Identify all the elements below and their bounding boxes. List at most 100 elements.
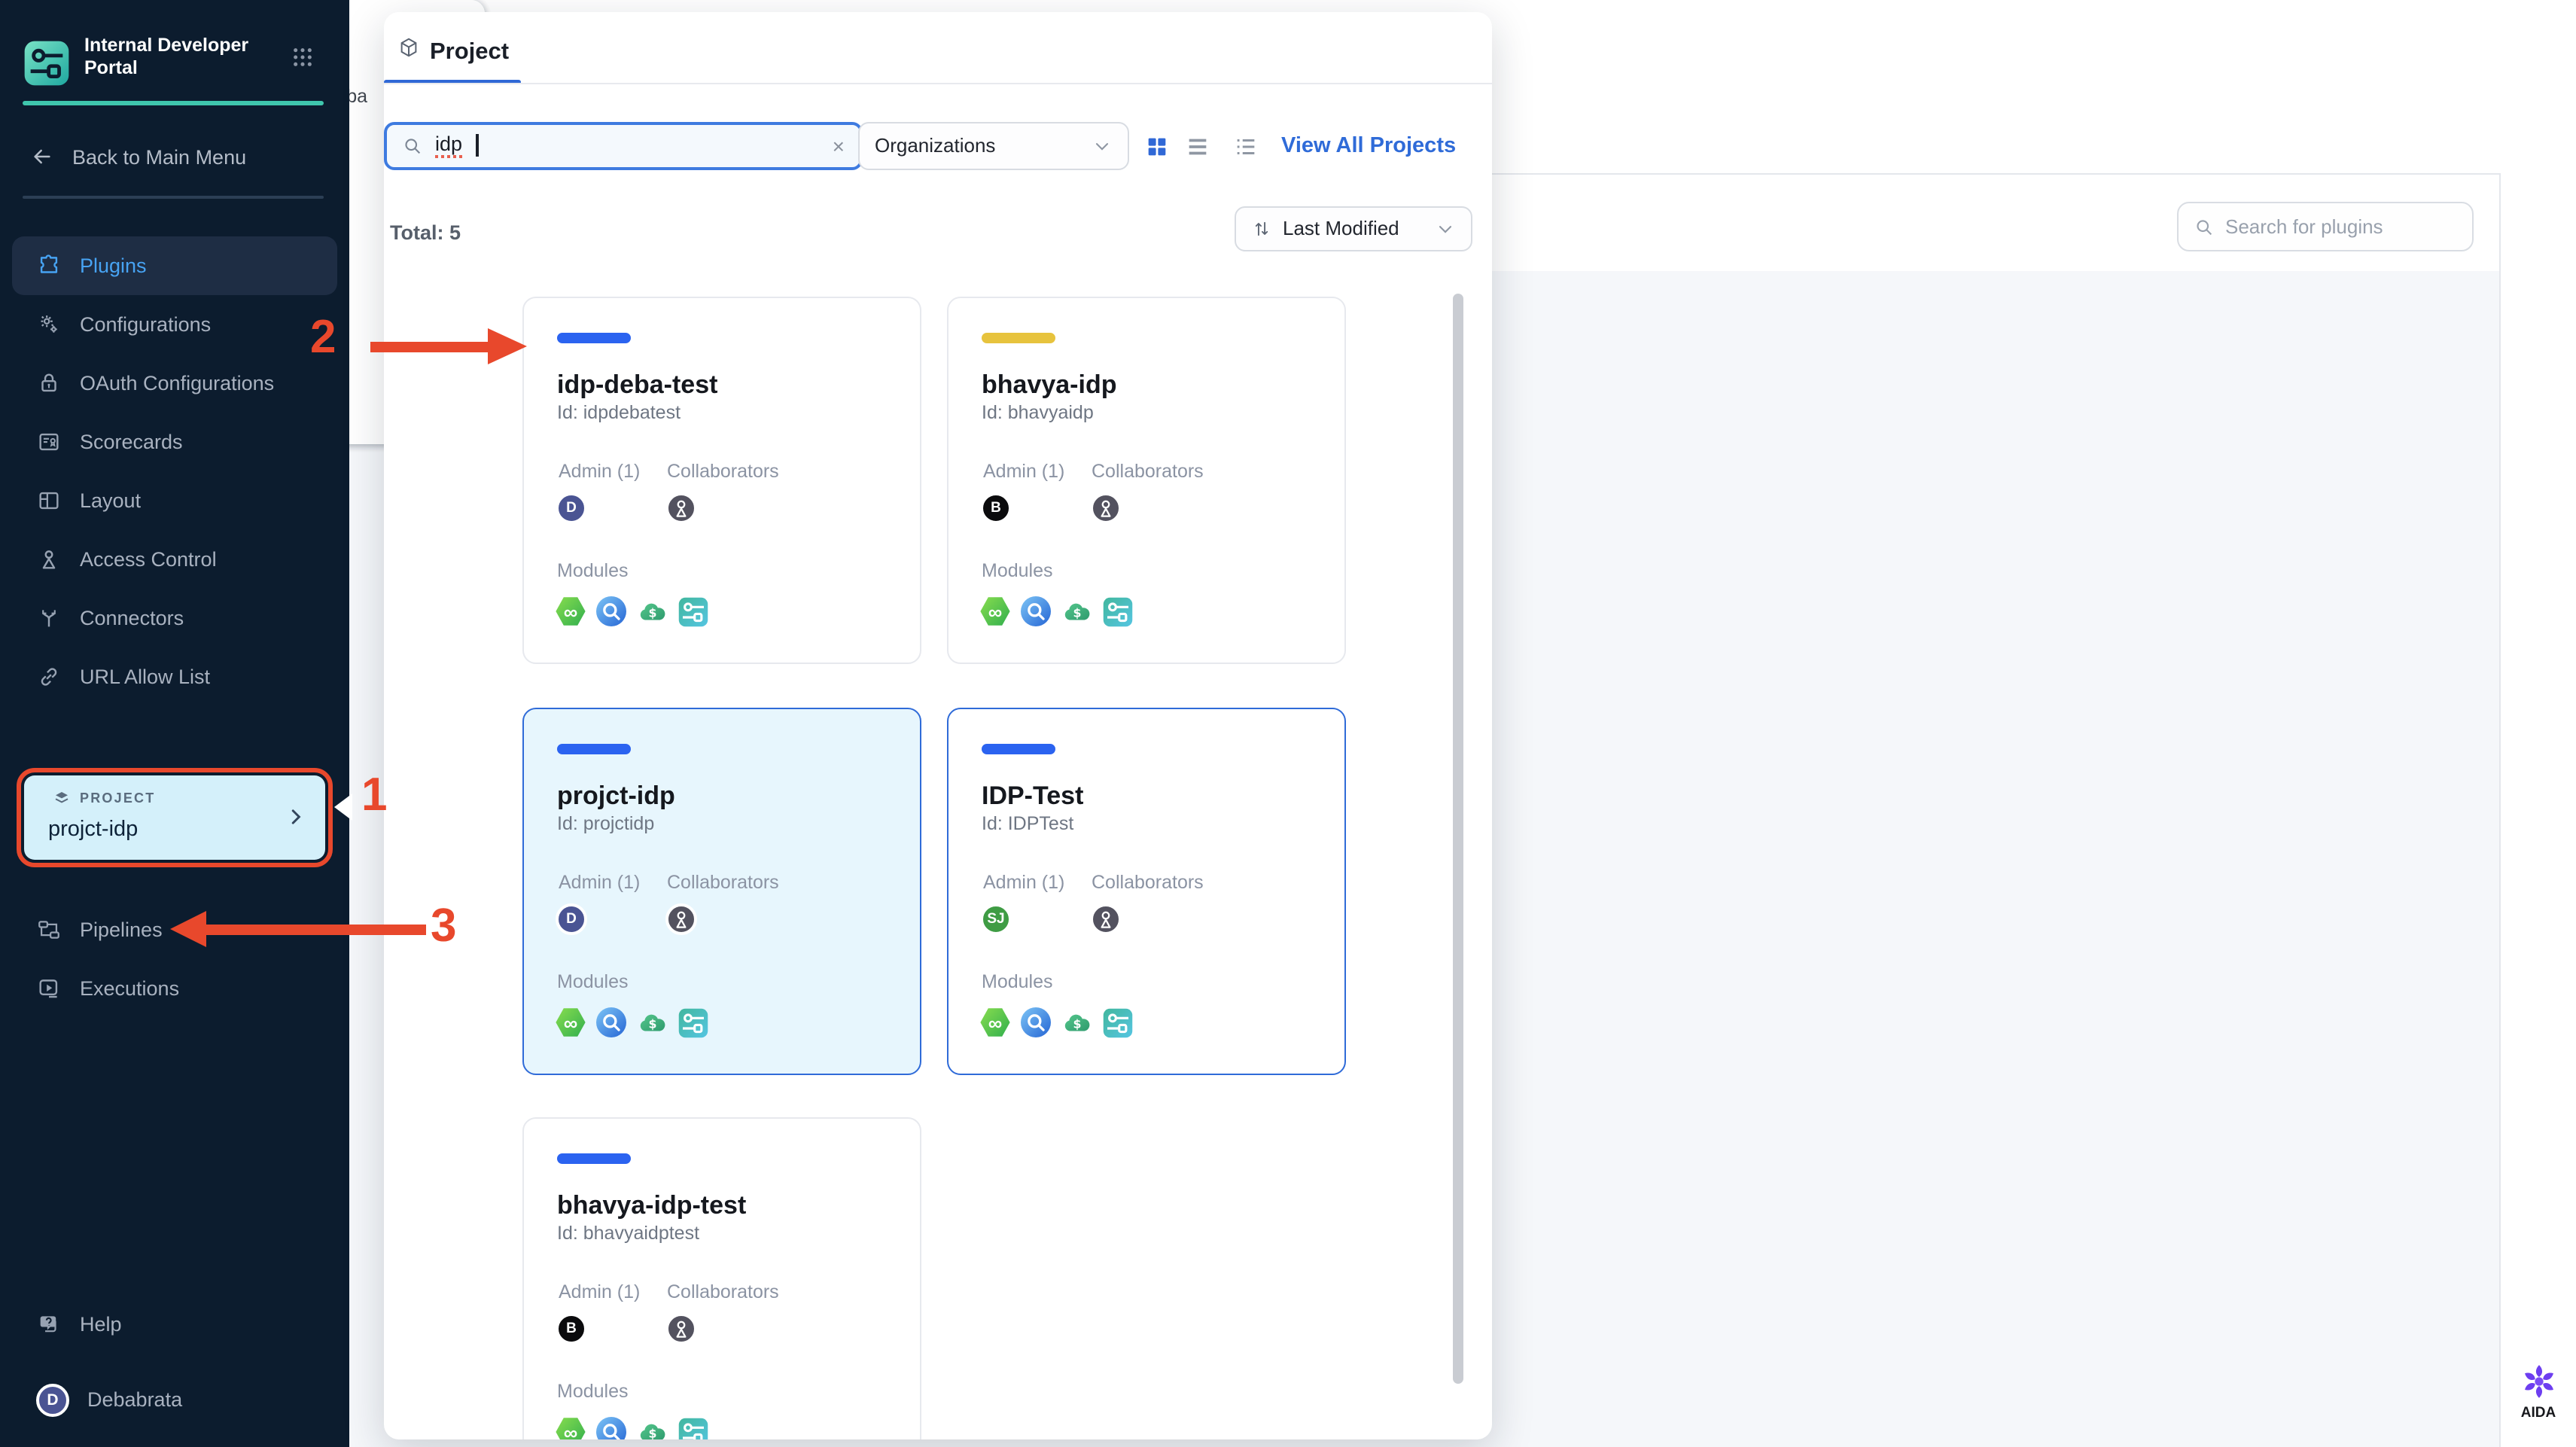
ci-module-icon: ∞	[556, 1418, 586, 1439]
sidebar-item-icon	[36, 547, 62, 572]
sidebar-item[interactable]: URL Allow List	[12, 647, 337, 706]
project-card[interactable]: bhavya-idp Id: bhavyaidp Admin (1) Colla…	[947, 297, 1346, 664]
sidebar-item-icon	[36, 370, 62, 396]
modules-label: Modules	[557, 560, 629, 581]
sidebar-item-icon	[36, 917, 62, 943]
logo-accent-bar	[23, 101, 324, 105]
project-card-grid: idp-deba-test Id: idpdebatest Admin (1) …	[383, 12, 1492, 1439]
sidebar-item-icon	[36, 664, 62, 690]
sidebar-item[interactable]: Layout	[12, 471, 337, 530]
sidebar-item-label: Access Control	[80, 548, 217, 571]
sidebar-item-label: URL Allow List	[80, 666, 211, 688]
project-label: PROJECT	[80, 791, 156, 806]
sidebar-item-label: OAuth Configurations	[80, 372, 275, 394]
sidebar-item-label: Plugins	[80, 254, 147, 277]
project-selector-label-row: PROJECT	[53, 789, 155, 807]
collaborators-label: Collaborators	[667, 1281, 779, 1302]
modules-label: Modules	[557, 1381, 629, 1402]
collaborator-avatar[interactable]	[1090, 903, 1122, 935]
sidebar-item-icon	[36, 605, 62, 631]
project-card[interactable]: IDP-Test Id: IDPTest Admin (1) Collabora…	[947, 708, 1346, 1075]
person-icon	[668, 906, 694, 932]
aida-assistant-button[interactable]: AIDA	[2502, 1363, 2574, 1421]
sidebar-item[interactable]: OAuth Configurations	[12, 354, 337, 413]
user-section: D Debabrata	[12, 1370, 337, 1429]
project-card[interactable]: projct-idp Id: projctidp Admin (1) Colla…	[522, 708, 921, 1075]
cloud-cost-module-icon	[637, 596, 667, 626]
project-color-bar	[982, 744, 1055, 754]
project-picker-modal: Project idp × Organizations View All Pro…	[383, 12, 1492, 1439]
collaborator-avatar[interactable]	[1090, 492, 1122, 524]
project-card-id: Id: bhavyaidptest	[557, 1223, 700, 1244]
help-label: Help	[80, 1313, 122, 1336]
chaos-module-icon	[596, 1417, 626, 1439]
ci-module-icon: ∞	[556, 1008, 586, 1037]
annotation-3: 3	[431, 899, 457, 952]
admin-avatar[interactable]: B	[556, 1313, 587, 1345]
annotation-3-arrow-shaft	[205, 924, 426, 935]
admin-avatar[interactable]: SJ	[980, 903, 1012, 935]
admin-avatar[interactable]: D	[556, 903, 587, 935]
plugins-search-placeholder: Search for plugins	[2225, 215, 2383, 238]
admin-label: Admin (1)	[559, 461, 641, 482]
sidebar-item-icon	[36, 312, 62, 337]
sidebar-divider	[23, 196, 324, 198]
sidebar-item[interactable]: Plugins	[12, 236, 337, 295]
project-card[interactable]: idp-deba-test Id: idpdebatest Admin (1) …	[522, 297, 921, 664]
help-section: Help	[12, 1295, 337, 1354]
user-menu[interactable]: D Debabrata	[12, 1370, 337, 1429]
popover-notch	[334, 794, 352, 821]
module-icon-row: ∞	[556, 1417, 708, 1439]
project-card[interactable]: bhavya-idp-test Id: bhavyaidptest Admin …	[522, 1117, 921, 1439]
idp-module-icon	[677, 596, 708, 626]
admin-label: Admin (1)	[983, 872, 1065, 893]
project-color-bar	[557, 333, 631, 343]
app-root: Search for plugins Harness CI/CD by harn…	[0, 0, 2576, 1447]
collaborators-label: Collaborators	[1092, 461, 1204, 482]
back-arrow-icon	[30, 145, 54, 169]
sidebar-item[interactable]: Connectors	[12, 589, 337, 647]
sidebar-item-label: Executions	[80, 977, 180, 1000]
chaos-module-icon	[1021, 1007, 1051, 1037]
person-icon	[668, 1316, 694, 1342]
project-card-id: Id: idpdebatest	[557, 402, 681, 423]
sidebar-menu: Plugins Configurations OAuth Configurati…	[12, 236, 337, 706]
sidebar-item[interactable]: Access Control	[12, 530, 337, 589]
project-card-id: Id: bhavyaidp	[982, 402, 1094, 423]
collaborator-avatar[interactable]	[665, 1313, 697, 1345]
project-card-title: bhavya-idp-test	[557, 1191, 747, 1220]
module-icon-row: ∞	[980, 1007, 1132, 1037]
aida-icon	[2520, 1363, 2557, 1400]
sidebar-item[interactable]: Configurations	[12, 295, 337, 354]
annotation-3-arrow-head	[170, 910, 206, 946]
app-switcher-icon[interactable]	[291, 45, 315, 69]
project-card-id: Id: IDPTest	[982, 813, 1074, 834]
idp-logo-icon	[24, 41, 69, 86]
plugins-search-input[interactable]: Search for plugins	[2177, 202, 2474, 251]
project-selector[interactable]: PROJECT projct-idp	[24, 775, 325, 860]
admin-label: Admin (1)	[559, 872, 641, 893]
modules-label: Modules	[557, 971, 629, 992]
modal-scrollbar[interactable]	[1453, 294, 1463, 1384]
admin-avatar[interactable]: D	[556, 492, 587, 524]
project-card-title: bhavya-idp	[982, 370, 1117, 399]
sidebar-item[interactable]: Executions	[12, 959, 337, 1018]
layers-icon	[53, 789, 71, 807]
annotation-1: 1	[361, 768, 388, 821]
idp-module-icon	[1102, 596, 1132, 626]
admin-avatar[interactable]: B	[980, 492, 1012, 524]
sidebar-item-label: Configurations	[80, 313, 212, 336]
annotation-2-arrow-head	[488, 327, 527, 364]
collaborator-avatar[interactable]	[665, 492, 697, 524]
back-to-main-menu[interactable]: Back to Main Menu	[30, 145, 246, 169]
collaborator-avatar[interactable]	[665, 903, 697, 935]
help-button[interactable]: Help	[12, 1295, 337, 1354]
project-card-title: idp-deba-test	[557, 370, 718, 399]
user-name: Debabrata	[87, 1388, 183, 1411]
idp-module-icon	[1102, 1007, 1132, 1037]
idp-module-icon	[677, 1417, 708, 1439]
avatar: D	[36, 1383, 69, 1416]
chaos-module-icon	[596, 1007, 626, 1037]
sidebar-item[interactable]: Scorecards	[12, 413, 337, 471]
right-rail-divider	[2499, 173, 2501, 1447]
